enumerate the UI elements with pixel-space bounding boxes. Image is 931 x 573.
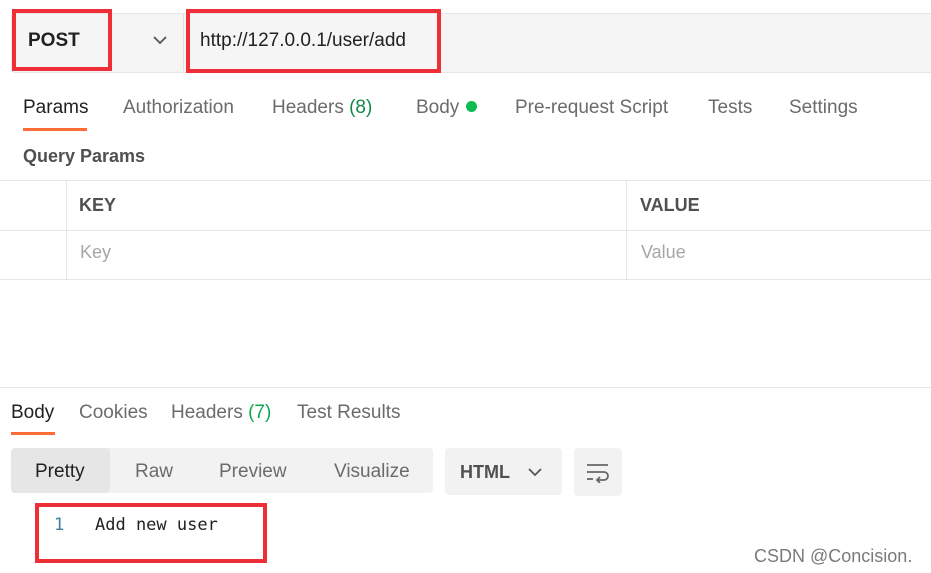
response-tab-headers[interactable]: Headers (7) xyxy=(171,402,271,424)
watermark: CSDN @Concision. xyxy=(754,546,913,566)
response-divider[interactable] xyxy=(0,387,931,388)
tab-settings[interactable]: Settings xyxy=(789,97,858,119)
tab-authorization[interactable]: Authorization xyxy=(123,97,234,119)
response-tab-test-results[interactable]: Test Results xyxy=(297,402,400,424)
table-top-border xyxy=(0,180,931,181)
active-response-tab-indicator xyxy=(11,432,55,435)
tab-headers[interactable]: Headers (8) xyxy=(272,97,372,119)
view-mode-pretty[interactable]: Pretty xyxy=(35,461,85,483)
view-mode-raw[interactable]: Raw xyxy=(135,461,173,483)
green-dot-icon xyxy=(466,101,478,112)
response-tab-cookies[interactable]: Cookies xyxy=(79,402,148,424)
table-column-divider xyxy=(626,181,627,279)
wrap-lines-button[interactable] xyxy=(574,448,622,496)
text-wrap-icon xyxy=(587,464,609,483)
request-url-bar xyxy=(11,13,931,73)
view-mode-visualize[interactable]: Visualize xyxy=(334,461,410,483)
tab-params[interactable]: Params xyxy=(23,97,88,119)
response-headers-count: (7) xyxy=(248,402,272,423)
view-mode-preview[interactable]: Preview xyxy=(219,461,287,483)
query-params-title: Query Params xyxy=(23,146,146,166)
chevron-down-icon xyxy=(528,468,542,477)
format-select-value: HTML xyxy=(460,462,510,482)
column-header-value: VALUE xyxy=(640,195,700,215)
tab-body[interactable]: Body xyxy=(416,97,478,119)
response-tab-body[interactable]: Body xyxy=(11,402,54,424)
key-input[interactable]: Key xyxy=(80,242,111,263)
table-bottom-border xyxy=(0,279,931,280)
highlight-box-response xyxy=(35,503,267,563)
url-bar-divider xyxy=(183,14,184,71)
tab-tests[interactable]: Tests xyxy=(708,97,752,119)
column-header-key: KEY xyxy=(79,195,117,215)
highlight-box-url xyxy=(186,9,441,73)
highlight-box-method xyxy=(12,9,112,71)
table-header-border xyxy=(0,230,931,231)
headers-count: (8) xyxy=(349,97,373,118)
active-tab-indicator xyxy=(23,128,87,131)
value-input[interactable]: Value xyxy=(641,242,686,263)
tab-pre-request-script[interactable]: Pre-request Script xyxy=(515,97,668,119)
chevron-down-icon[interactable] xyxy=(151,33,169,47)
table-column-divider xyxy=(66,181,67,279)
